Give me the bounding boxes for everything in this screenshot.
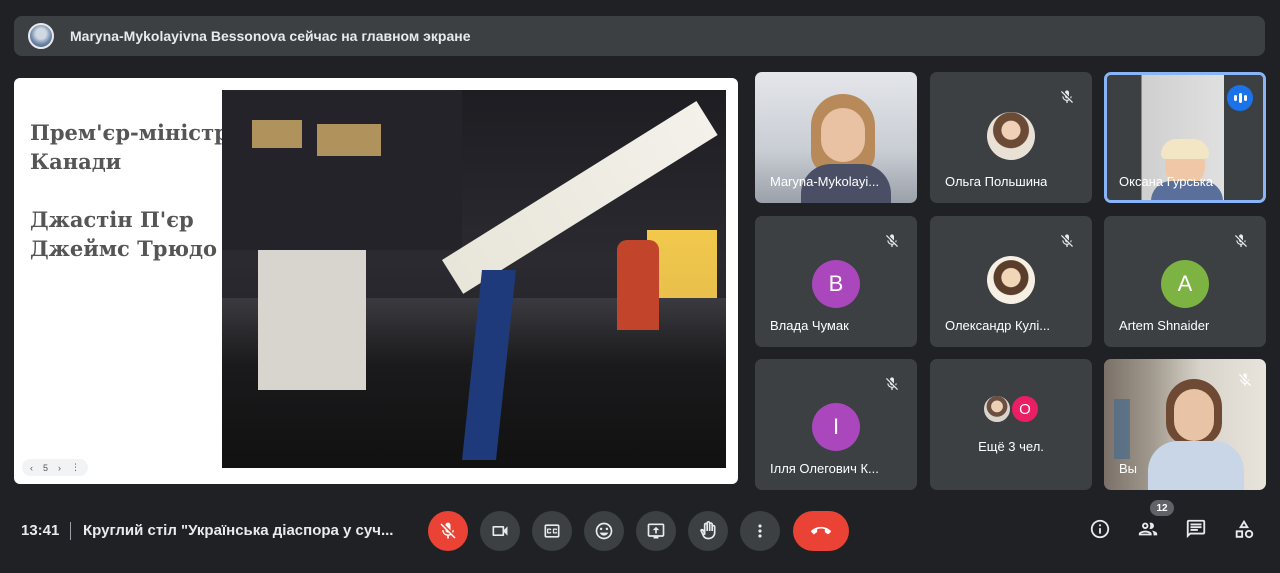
- closed-captions-icon: [544, 524, 560, 538]
- meet-window: Maryna-Mykolayivna Bessonova сейчас на г…: [0, 0, 1280, 573]
- participant-avatar: [982, 394, 1012, 424]
- participant-tile[interactable]: A Artem Shnaider: [1104, 216, 1266, 347]
- mic-off-icon: [1056, 230, 1078, 252]
- mic-off-icon: [1056, 86, 1078, 108]
- participant-tile[interactable]: Maryna-Mykolayi...: [755, 72, 917, 203]
- more-vert-icon: [758, 524, 762, 538]
- leave-call-button[interactable]: [793, 511, 849, 551]
- participant-avatar: І: [812, 403, 860, 451]
- participant-tile-active[interactable]: Оксана Гурська: [1104, 72, 1266, 203]
- slide-line: Джеймс Трюдо: [30, 236, 218, 261]
- bottom-toolbar: 13:41 Круглий стіл "Українська діаспора …: [0, 500, 1280, 562]
- activities-icon: [1235, 519, 1254, 539]
- participant-name: Влада Чумак: [770, 318, 849, 333]
- meeting-details-button[interactable]: [1086, 515, 1114, 543]
- more-options-button[interactable]: [740, 511, 780, 551]
- self-tile[interactable]: Вы: [1104, 359, 1266, 490]
- activities-button[interactable]: [1230, 515, 1258, 543]
- present-icon: [647, 523, 665, 539]
- prev-slide-icon[interactable]: ‹: [30, 463, 33, 473]
- presenting-banner: Maryna-Mykolayivna Bessonova сейчас на г…: [14, 16, 1265, 56]
- shared-presentation[interactable]: Прем'єр-міністр Канади Джастін П'єр Джей…: [14, 78, 738, 484]
- participant-name: Maryna-Mykolayi...: [770, 174, 880, 189]
- more-participants-label: Ещё 3 чел.: [978, 439, 1044, 454]
- more-participants-tile[interactable]: О Ещё 3 чел.: [930, 359, 1092, 490]
- participant-tile[interactable]: І Ілля Олегович К...: [755, 359, 917, 490]
- slide-page-number: 5: [43, 462, 49, 473]
- participant-tile[interactable]: Ольга Польшина: [930, 72, 1092, 203]
- mic-toggle-button[interactable]: [428, 511, 468, 551]
- clock-time: 13:41: [21, 522, 60, 539]
- mic-off-icon: [881, 373, 903, 395]
- people-button[interactable]: [1134, 515, 1162, 543]
- participant-avatar: О: [1010, 394, 1040, 424]
- slide-photo: [222, 90, 726, 468]
- mic-off-icon: [440, 522, 456, 539]
- slide-line: Прем'єр-міністр: [30, 120, 229, 145]
- participant-name: Вы: [1119, 461, 1138, 476]
- slide-text: Прем'єр-міністр Канади Джастін П'єр Джей…: [30, 118, 230, 263]
- participant-tile[interactable]: Олександр Кулі...: [930, 216, 1092, 347]
- participant-name: Ольга Польшина: [945, 174, 1048, 189]
- info-icon: [1090, 519, 1110, 539]
- mic-off-icon: [1230, 230, 1252, 252]
- speaking-indicator-icon: [1227, 85, 1253, 111]
- participant-avatar: [987, 256, 1035, 304]
- captions-button[interactable]: [532, 511, 572, 551]
- hand-icon: [700, 521, 716, 540]
- participant-name: Artem Shnaider: [1119, 318, 1210, 333]
- presenting-banner-text: Maryna-Mykolayivna Bessonova сейчас на г…: [70, 28, 471, 44]
- reactions-button[interactable]: [584, 511, 624, 551]
- participant-name: Олександр Кулі...: [945, 318, 1051, 333]
- camera-toggle-button[interactable]: [480, 511, 520, 551]
- meeting-title[interactable]: Круглий стіл "Українська діаспора у суч.…: [83, 522, 393, 539]
- people-count-badge: 12: [1150, 500, 1174, 516]
- participant-name: Ілля Олегович К...: [770, 461, 879, 476]
- participant-avatar: [987, 112, 1035, 160]
- slide-line: Джастін П'єр: [30, 207, 194, 232]
- next-slide-icon[interactable]: ›: [58, 463, 61, 473]
- divider: [70, 522, 71, 540]
- camera-icon: [492, 526, 508, 536]
- raise-hand-button[interactable]: [688, 511, 728, 551]
- participant-avatar: В: [812, 260, 860, 308]
- present-screen-button[interactable]: [636, 511, 676, 551]
- chat-icon: [1186, 519, 1206, 539]
- slide-navigator[interactable]: ‹ 5 › ⋮: [22, 459, 89, 476]
- mic-off-icon: [1234, 369, 1256, 391]
- participant-name: Оксана Гурська: [1119, 174, 1213, 189]
- mic-off-icon: [881, 230, 903, 252]
- participant-tile[interactable]: В Влада Чумак: [755, 216, 917, 347]
- emoji-icon: [595, 522, 613, 540]
- more-icon[interactable]: ⋮: [71, 462, 80, 473]
- people-icon: [1138, 522, 1158, 536]
- user-avatar: [28, 23, 54, 49]
- call-end-icon: [811, 526, 831, 535]
- slide-line: Канади: [30, 149, 122, 174]
- participant-avatar: A: [1161, 260, 1209, 308]
- chat-button[interactable]: [1182, 515, 1210, 543]
